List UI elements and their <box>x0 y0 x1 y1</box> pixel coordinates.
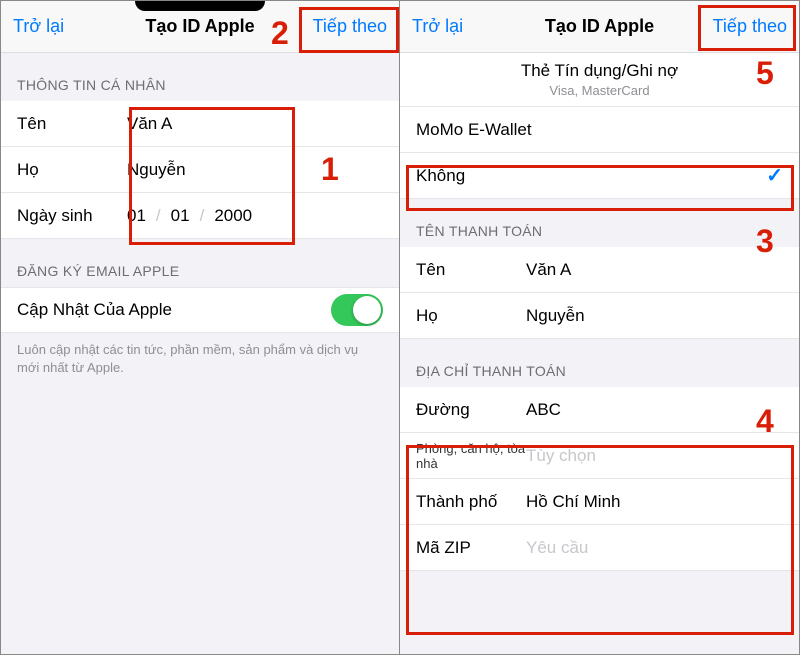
dob-month[interactable]: 01 <box>171 206 190 226</box>
dob-year[interactable]: 2000 <box>214 206 252 226</box>
payment-card-title: Thẻ Tín dụng/Ghi nợ <box>521 61 678 81</box>
section-header-personal: THÔNG TIN CÁ NHÂN <box>1 53 399 101</box>
last-name-value[interactable]: Nguyễn <box>127 160 186 180</box>
street-value[interactable]: ABC <box>526 400 561 420</box>
billing-first-name-row[interactable]: Tên Văn A <box>400 247 799 293</box>
first-name-label: Tên <box>17 114 127 134</box>
billing-first-name-value[interactable]: Văn A <box>526 260 571 280</box>
billing-last-name-value[interactable]: Nguyễn <box>526 306 585 326</box>
billing-first-name-label: Tên <box>416 260 526 280</box>
dob-label: Ngày sinh <box>17 206 127 226</box>
section-header-email: ĐĂNG KÝ EMAIL APPLE <box>1 239 399 287</box>
city-row[interactable]: Thành phố Hồ Chí Minh <box>400 479 799 525</box>
next-button[interactable]: Tiếp theo <box>313 16 387 37</box>
street-row[interactable]: Đường ABC <box>400 387 799 433</box>
billing-last-name-row[interactable]: Họ Nguyễn <box>400 293 799 339</box>
back-button[interactable]: Trở lại <box>13 16 64 37</box>
section-header-billing-address: ĐỊA CHỈ THANH TOÁN <box>400 339 799 387</box>
dob-value[interactable]: 01 / 01 / 2000 <box>127 206 252 226</box>
left-screen: Trở lại Tạo ID Apple Tiếp theo THÔNG TIN… <box>1 1 400 654</box>
payment-none-label: Không <box>416 166 465 186</box>
city-label: Thành phố <box>416 492 526 512</box>
device-notch <box>135 1 265 11</box>
apt-label: Phòng, căn hộ, tòa nhà <box>416 441 526 471</box>
zip-row[interactable]: Mã ZIP Yêu cầu <box>400 525 799 571</box>
checkmark-icon: ✓ <box>766 163 783 188</box>
zip-placeholder[interactable]: Yêu cầu <box>526 538 588 558</box>
apple-updates-label: Cập Nhật Của Apple <box>17 300 172 320</box>
last-name-row[interactable]: Họ Nguyễn <box>1 147 399 193</box>
apple-updates-row: Cập Nhật Của Apple <box>1 287 399 333</box>
apt-placeholder[interactable]: Tùy chọn <box>526 446 596 466</box>
apt-row[interactable]: Phòng, căn hộ, tòa nhà Tùy chọn <box>400 433 799 479</box>
zip-label: Mã ZIP <box>416 538 526 558</box>
street-label: Đường <box>416 400 526 420</box>
dob-day[interactable]: 01 <box>127 206 146 226</box>
toggle-knob <box>353 296 381 324</box>
section-header-billing-name: TÊN THANH TOÁN <box>400 199 799 247</box>
first-name-value[interactable]: Văn A <box>127 114 172 134</box>
dob-row[interactable]: Ngày sinh 01 / 01 / 2000 <box>1 193 399 239</box>
payment-momo-row[interactable]: MoMo E-Wallet <box>400 107 799 153</box>
payment-none-row[interactable]: Không ✓ <box>400 153 799 199</box>
date-separator: / <box>200 206 205 226</box>
payment-momo-label: MoMo E-Wallet <box>416 120 532 140</box>
last-name-label: Họ <box>17 160 127 180</box>
next-button[interactable]: Tiếp theo <box>713 16 787 37</box>
back-button[interactable]: Trở lại <box>412 16 463 37</box>
navbar-right: Trở lại Tạo ID Apple Tiếp theo <box>400 1 799 53</box>
first-name-row[interactable]: Tên Văn A <box>1 101 399 147</box>
date-separator: / <box>156 206 161 226</box>
billing-last-name-label: Họ <box>416 306 526 326</box>
payment-card-row[interactable]: Thẻ Tín dụng/Ghi nợ Visa, MasterCard <box>400 53 799 107</box>
right-screen: Trở lại Tạo ID Apple Tiếp theo Thẻ Tín d… <box>400 1 799 654</box>
apple-updates-footnote: Luôn cập nhật các tin tức, phần mềm, sản… <box>1 333 399 385</box>
apple-updates-toggle[interactable] <box>331 294 383 326</box>
payment-card-subtitle: Visa, MasterCard <box>549 83 649 98</box>
city-value[interactable]: Hồ Chí Minh <box>526 492 620 512</box>
